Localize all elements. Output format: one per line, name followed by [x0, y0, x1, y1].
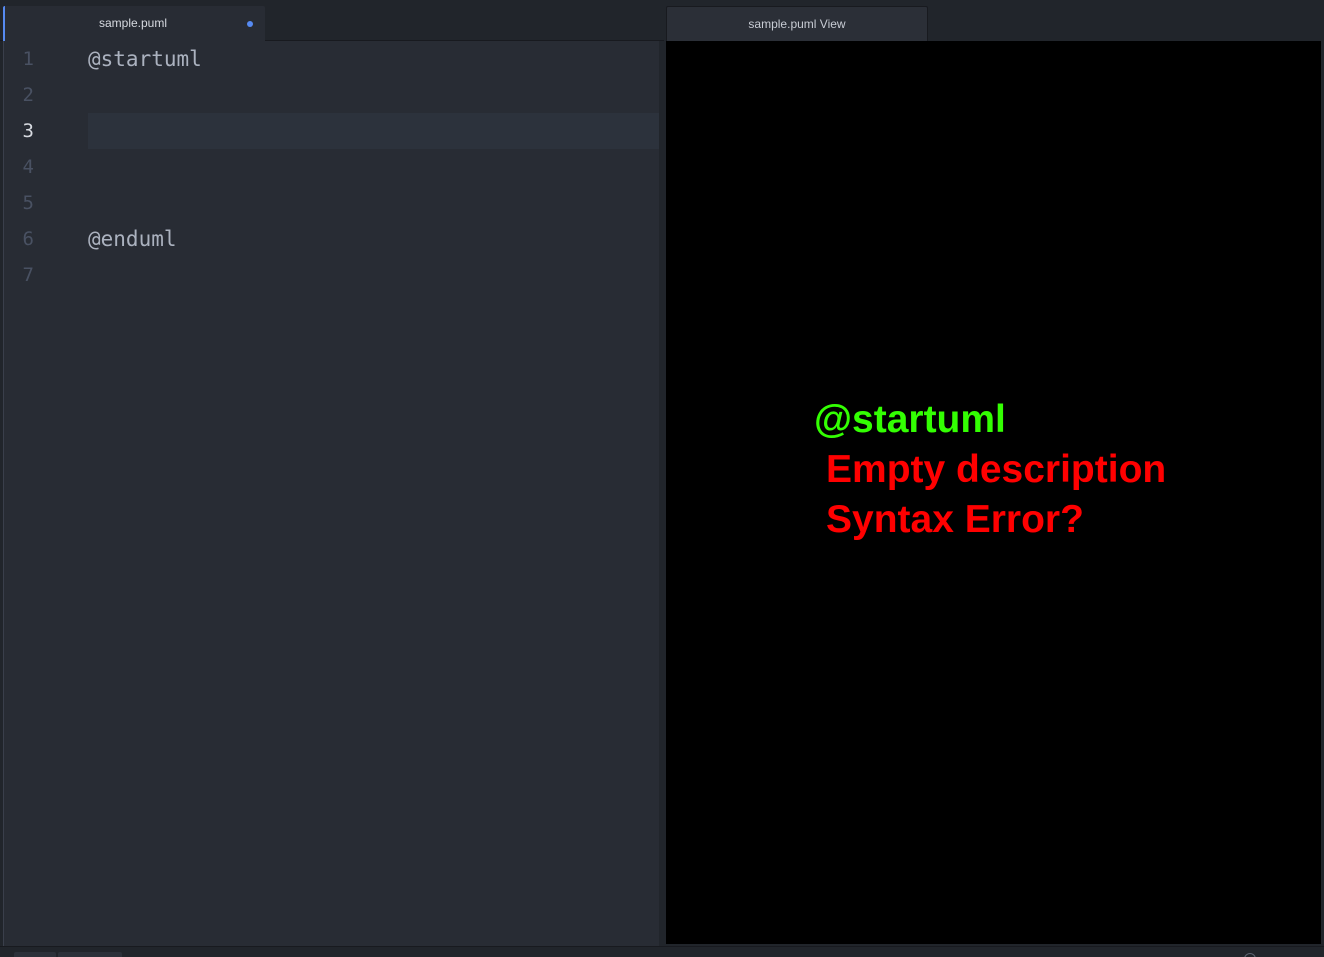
status-circle-icon[interactable]	[1244, 953, 1256, 957]
line-content[interactable]	[88, 149, 659, 185]
editor-line[interactable]: 2	[4, 77, 659, 113]
line-content[interactable]	[88, 113, 659, 149]
preview-error-message: Empty description	[826, 448, 1167, 491]
tab-title: sample.puml	[98, 16, 168, 30]
line-number: 4	[22, 156, 34, 178]
line-content[interactable]: @startuml	[88, 41, 659, 77]
editor-pane: sample.puml 1 @startuml 2 3 4 5 6 @endum…	[0, 0, 664, 946]
line-content[interactable]	[88, 185, 659, 221]
line-content[interactable]	[88, 77, 659, 113]
editor-line[interactable]: 1 @startuml	[4, 41, 659, 77]
editor-line-cursor[interactable]: 3	[4, 113, 659, 149]
preview-error-message: Syntax Error?	[826, 498, 1084, 541]
editor-line[interactable]: 7	[4, 257, 659, 293]
uml-preview: @startuml Empty description Syntax Error…	[666, 41, 1321, 944]
atom-window: sample.puml 1 @startuml 2 3 4 5 6 @endum…	[0, 0, 1324, 957]
code-editor[interactable]: 1 @startuml 2 3 4 5 6 @enduml 7	[3, 41, 659, 946]
editor-line[interactable]: 6 @enduml	[4, 221, 659, 257]
preview-pane: sample.puml View @startuml Empty descrip…	[664, 0, 1324, 946]
modified-dot-icon[interactable]	[247, 21, 253, 27]
line-number: 1	[22, 48, 34, 70]
editor-tab-bar: sample.puml	[0, 0, 664, 41]
tab-sample-puml-view[interactable]: sample.puml View	[666, 6, 928, 41]
line-number: 5	[22, 192, 34, 214]
line-number: 6	[22, 228, 34, 250]
line-number: 3	[22, 120, 34, 142]
line-number: 7	[22, 264, 34, 286]
editor-line[interactable]: 4	[4, 149, 659, 185]
tab-title: sample.puml View	[748, 17, 846, 31]
preview-startuml-text: @startuml	[814, 398, 1006, 441]
preview-tab-bar: sample.puml View	[664, 0, 1324, 41]
editor-line[interactable]: 5	[4, 185, 659, 221]
status-bar	[0, 946, 1324, 957]
status-item[interactable]	[58, 952, 122, 957]
line-content[interactable]: @enduml	[88, 221, 659, 257]
line-number: 2	[22, 84, 34, 106]
tab-sample-puml[interactable]: sample.puml	[3, 6, 265, 41]
line-content[interactable]	[88, 257, 659, 293]
status-item[interactable]	[14, 952, 56, 957]
